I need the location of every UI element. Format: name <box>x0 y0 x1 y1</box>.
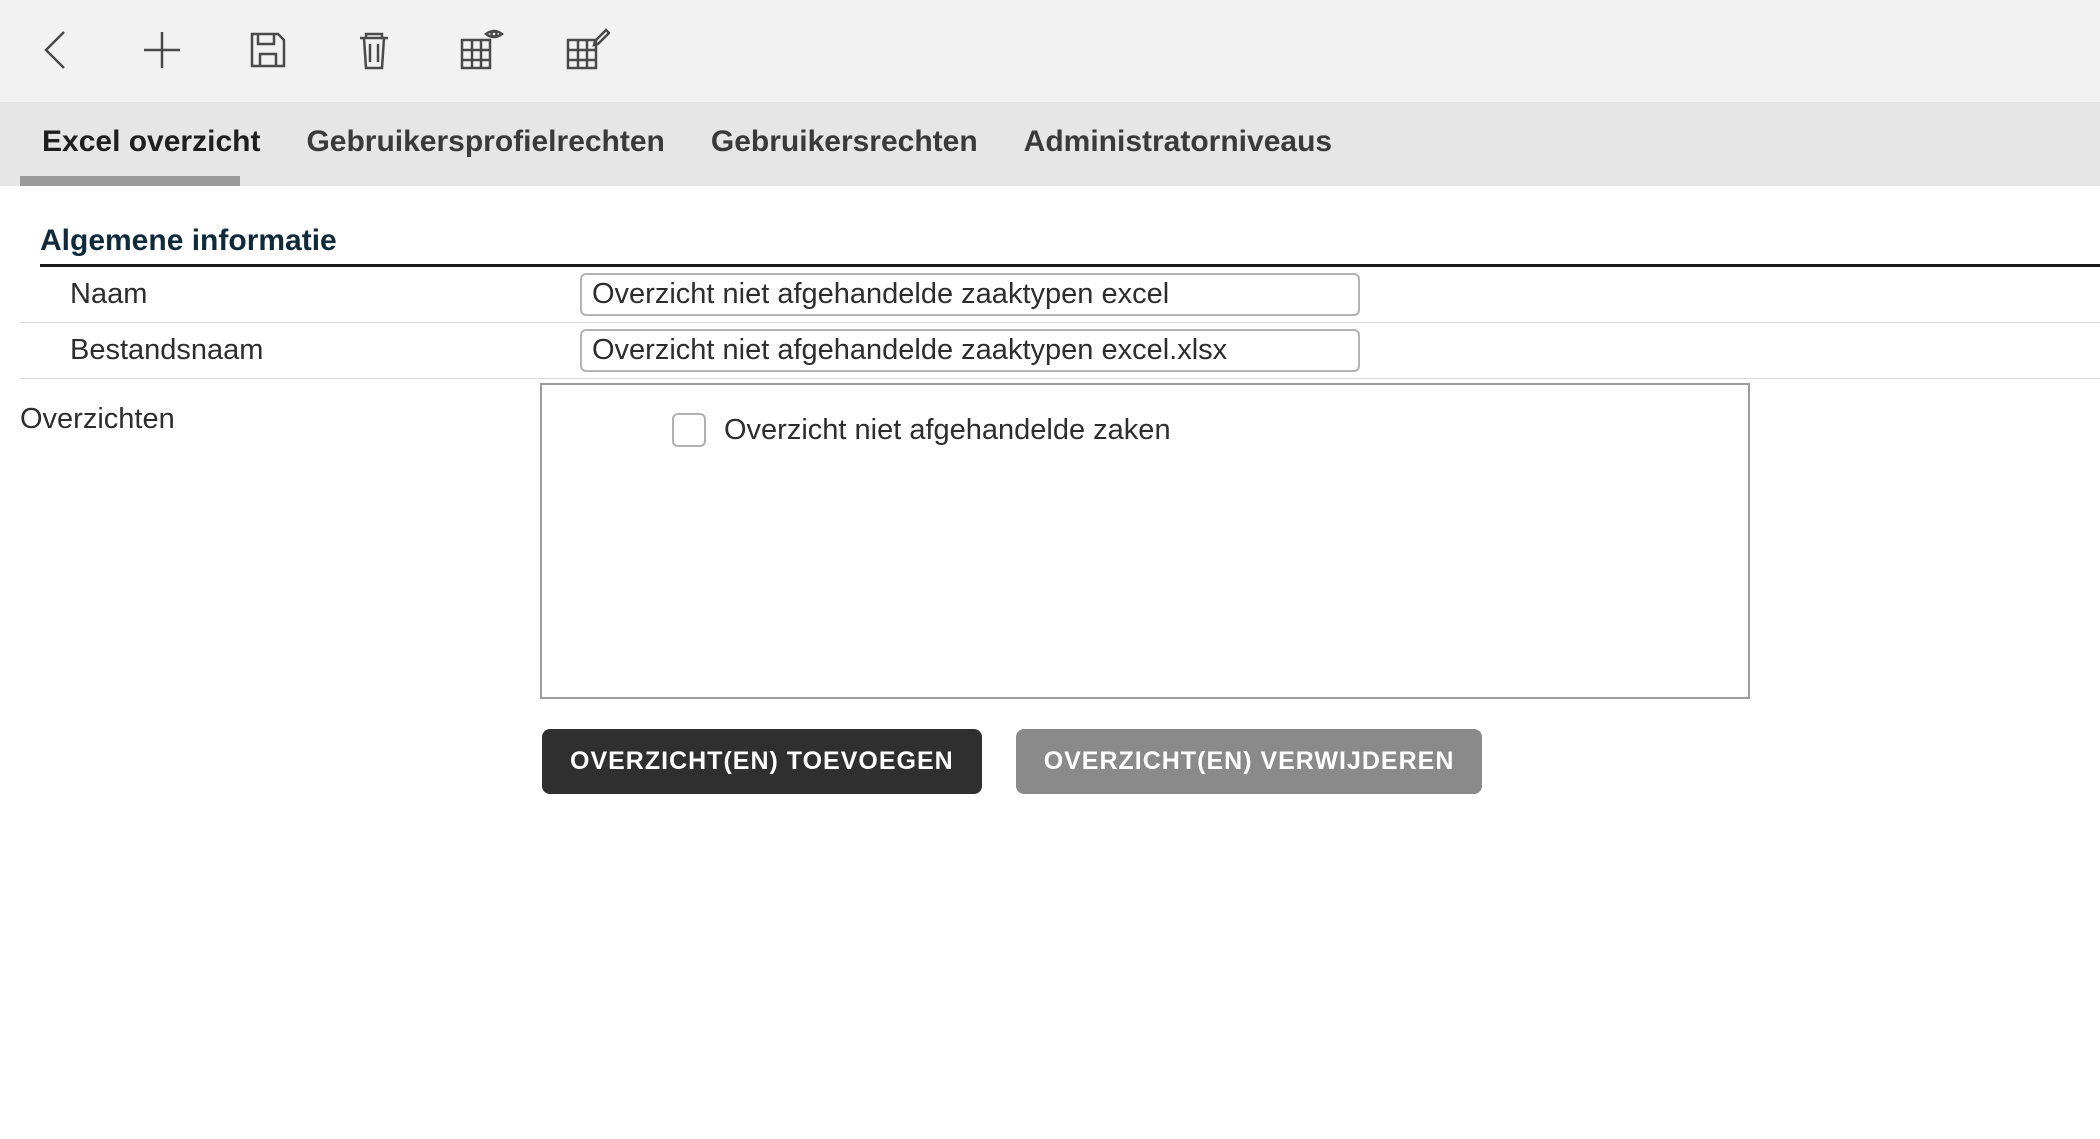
tab-excel-overzicht[interactable]: Excel overzicht <box>42 102 260 186</box>
chevron-left-icon <box>32 26 80 77</box>
back-button[interactable] <box>28 23 84 79</box>
overzichten-label: Overzichten <box>20 383 540 699</box>
add-button[interactable] <box>134 23 190 79</box>
bestandsnaam-input[interactable] <box>580 329 1360 372</box>
section-title: Algemene informatie <box>40 224 2100 267</box>
form-row-bestandsnaam: Bestandsnaam <box>20 323 2100 379</box>
table-view-button[interactable] <box>452 23 508 79</box>
form-row-naam: Naam <box>20 267 2100 323</box>
save-button[interactable] <box>240 23 296 79</box>
trash-icon <box>350 26 398 77</box>
tab-administratorniveaus[interactable]: Administratorniveaus <box>1024 102 1332 186</box>
save-icon <box>244 26 292 77</box>
section-header: Algemene informatie <box>40 224 2100 267</box>
table-pencil-icon <box>562 26 610 77</box>
overzicht-checkbox[interactable] <box>672 413 706 447</box>
table-edit-button[interactable] <box>558 23 614 79</box>
tab-bar: Excel overzicht Gebruikersprofielrechten… <box>0 102 2100 186</box>
add-overzicht-button[interactable]: OVERZICHT(EN) TOEVOEGEN <box>542 729 982 794</box>
overzicht-item-label: Overzicht niet afgehandelde zaken <box>724 414 1171 447</box>
toolbar <box>0 0 2100 102</box>
table-eye-icon <box>456 26 504 77</box>
delete-button[interactable] <box>346 23 402 79</box>
action-buttons: OVERZICHT(EN) TOEVOEGEN OVERZICHT(EN) VE… <box>542 729 2100 794</box>
remove-overzicht-button[interactable]: OVERZICHT(EN) VERWIJDEREN <box>1016 729 1483 794</box>
naam-label: Naam <box>20 278 580 311</box>
overzichten-listbox[interactable]: Overzicht niet afgehandelde zaken <box>540 383 1750 699</box>
list-item: Overzicht niet afgehandelde zaken <box>672 413 1724 447</box>
overzichten-block: Overzichten Overzicht niet afgehandelde … <box>20 383 2100 699</box>
tab-gebruikersrechten[interactable]: Gebruikersrechten <box>711 102 978 186</box>
plus-icon <box>138 26 186 77</box>
naam-input[interactable] <box>580 273 1360 316</box>
tab-gebruikersprofielrechten[interactable]: Gebruikersprofielrechten <box>306 102 664 186</box>
bestandsnaam-label: Bestandsnaam <box>20 334 580 367</box>
